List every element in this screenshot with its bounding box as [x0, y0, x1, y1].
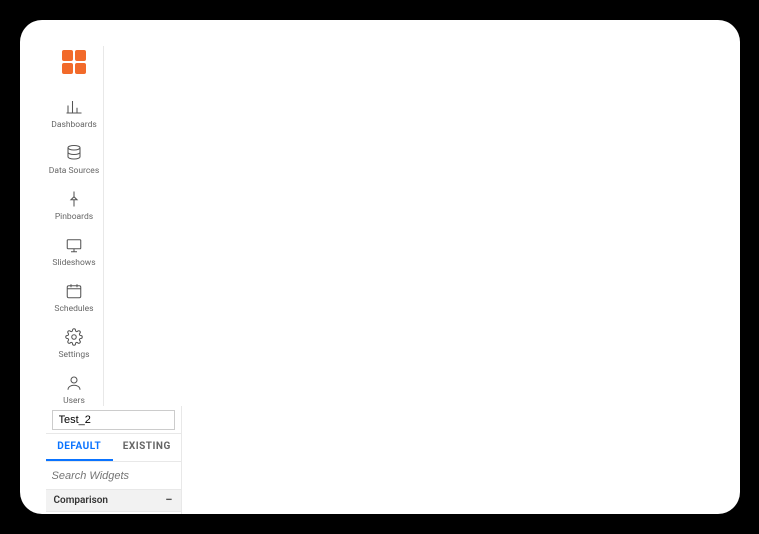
search-widgets-input[interactable]: [52, 470, 182, 482]
nav-label: Schedules: [54, 304, 93, 314]
nav-label: Slideshows: [52, 258, 95, 268]
calendar-icon: [65, 282, 83, 300]
document-name-input[interactable]: [52, 410, 175, 430]
group-title: Comparison: [54, 495, 108, 506]
database-icon: [65, 144, 83, 162]
pin-icon: [65, 190, 83, 208]
nav-dashboards[interactable]: Dashboards: [46, 98, 103, 130]
nav-slideshows[interactable]: Slideshows: [46, 236, 103, 268]
nav-label: Settings: [58, 350, 89, 360]
nav-label: Dashboards: [51, 120, 97, 130]
user-icon: [65, 374, 83, 392]
comparison-widgets: Bar Column: [46, 512, 181, 514]
app-logo: [62, 50, 86, 74]
nav-settings[interactable]: Settings: [46, 328, 103, 360]
nav-schedules[interactable]: Schedules: [46, 282, 103, 314]
slideshow-icon: [65, 236, 83, 254]
tab-default[interactable]: DEFAULT: [46, 434, 114, 461]
gear-icon: [65, 328, 83, 346]
nav-label: Pinboards: [55, 212, 93, 222]
widget-panel: DEFAULT EXISTING Comparison −: [46, 406, 182, 514]
nav-users[interactable]: Users: [46, 374, 103, 406]
nav-pinboards[interactable]: Pinboards: [46, 190, 103, 222]
nav-datasources[interactable]: Data Sources: [46, 144, 103, 176]
nav-label: Users: [63, 396, 85, 406]
document-title-bar: [46, 406, 181, 434]
nav-label: Data Sources: [49, 166, 99, 176]
bar-chart-icon: [65, 98, 83, 116]
group-header-comparison[interactable]: Comparison −: [46, 490, 181, 512]
tab-existing[interactable]: EXISTING: [113, 434, 181, 461]
left-nav-rail: Dashboards Data Sources Pinboards Slides…: [46, 46, 104, 406]
collapse-icon: −: [165, 493, 172, 508]
